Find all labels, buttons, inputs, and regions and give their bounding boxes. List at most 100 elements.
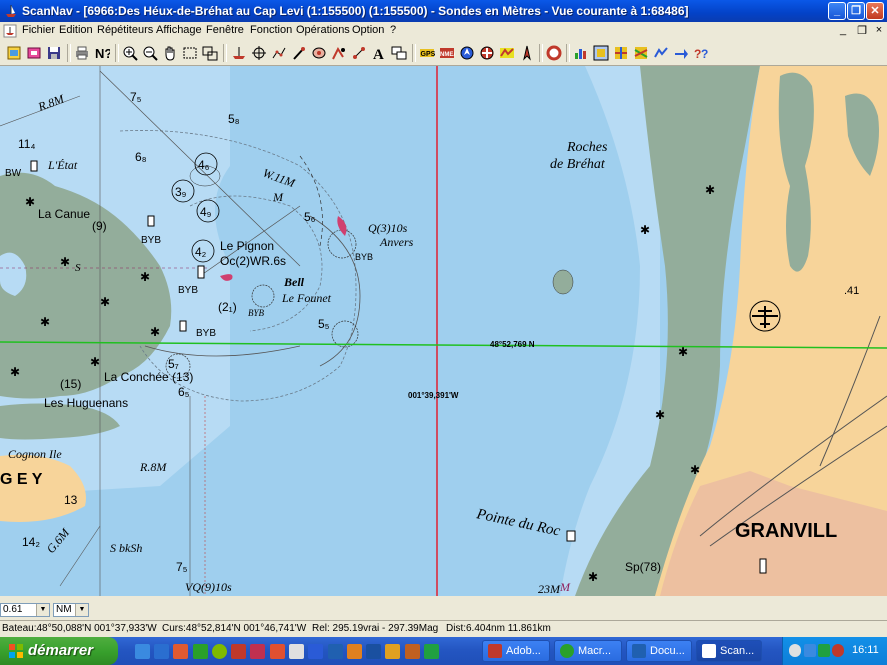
label-de-brehat: de Bréhat (550, 157, 606, 172)
pen-icon[interactable] (289, 43, 308, 62)
unit-combobox[interactable]: NM ▼ (53, 603, 89, 617)
zoom-window-icon[interactable] (200, 43, 219, 62)
layers-icon[interactable] (389, 43, 408, 62)
chart-canvas[interactable]: 48°52,769 N 001°39,391'W Roches de Bréha… (0, 66, 887, 596)
rock-symbol: ✱ (640, 223, 650, 237)
menu-affichage[interactable]: Affichage (156, 24, 202, 36)
chevron-down-icon[interactable]: ▼ (75, 604, 88, 616)
label-bw: BW (5, 168, 22, 179)
label-vq9: VQ(9)10s (185, 580, 232, 594)
mdi-minimize-button[interactable]: _ (836, 24, 850, 36)
menu-fichier[interactable]: Fichier (22, 24, 55, 36)
locate-icon[interactable] (349, 43, 368, 62)
text-tool-label: A (373, 47, 384, 61)
minimize-button[interactable]: _ (828, 2, 846, 20)
quicklaunch-notepad-icon[interactable] (289, 644, 304, 659)
instruments-icon[interactable] (591, 43, 610, 62)
route-icon[interactable] (269, 43, 288, 62)
label-g6m: G.6M (44, 525, 73, 556)
compass-icon[interactable] (517, 43, 536, 62)
quicklaunch-ie-icon[interactable] (154, 644, 169, 659)
quicklaunch-flash-icon[interactable] (250, 644, 265, 659)
gps-icon[interactable]: GPS (417, 43, 436, 62)
tray-alert-icon[interactable] (832, 644, 844, 657)
rock-symbol: ✱ (40, 315, 50, 329)
quicklaunch-app3-icon[interactable] (366, 644, 381, 659)
mdi-restore-button[interactable]: ❐ (855, 24, 869, 37)
target-icon[interactable] (249, 43, 268, 62)
log-icon[interactable]: ?? (691, 43, 710, 62)
menu-help[interactable]: ? (390, 24, 396, 36)
menu-edition[interactable]: Edition (59, 24, 93, 36)
title-bar[interactable]: ScanNav - [6966:Des Héux-de-Bréhat au Ca… (0, 0, 887, 22)
task-adobe[interactable]: Adob... (482, 640, 550, 662)
task-document[interactable]: Docu... (626, 640, 692, 662)
new-chart-icon[interactable] (4, 43, 23, 62)
weather-icon[interactable] (631, 43, 650, 62)
depth-sounding: 4₆ (198, 158, 210, 172)
tray-security-icon[interactable] (818, 644, 830, 657)
depth-sounding: 4₂ (195, 245, 207, 259)
quicklaunch-app2-icon[interactable] (347, 644, 362, 659)
quicklaunch-excel-icon[interactable] (424, 644, 439, 659)
quicklaunch-outlook-icon[interactable] (308, 644, 323, 659)
quicklaunch-app4-icon[interactable] (405, 644, 420, 659)
start-button[interactable]: démarrer (0, 637, 118, 665)
quicklaunch-firefox-icon[interactable] (173, 644, 188, 659)
nautical-chart[interactable]: 48°52,769 N 001°39,391'W Roches de Bréha… (0, 66, 887, 596)
label-byb-canue: BYB (141, 235, 161, 246)
lifebuoy-icon[interactable] (544, 43, 563, 62)
menu-option[interactable]: Option (352, 24, 384, 36)
quicklaunch-ppt-icon[interactable] (270, 644, 285, 659)
grid-icon[interactable] (611, 43, 630, 62)
zoom-out-icon[interactable] (140, 43, 159, 62)
close-button[interactable]: ✕ (866, 2, 884, 20)
quicklaunch-app-icon[interactable] (193, 644, 208, 659)
task-scannav[interactable]: Scan... (696, 640, 762, 662)
quicklaunch-media-icon[interactable] (212, 644, 227, 659)
rock-symbol: ✱ (25, 195, 35, 209)
print-icon[interactable] (72, 43, 91, 62)
label-sp78: Sp(78) (625, 560, 661, 574)
save-icon[interactable] (44, 43, 63, 62)
toolbar-separator (223, 44, 227, 62)
label-letat: L'État (47, 158, 78, 172)
quicklaunch-folder-icon[interactable] (385, 644, 400, 659)
tracking-icon[interactable] (329, 43, 348, 62)
tray-expand-icon[interactable] (789, 644, 801, 657)
menu-repetiteurs[interactable]: Répétiteurs (97, 24, 153, 36)
mdi-close-button[interactable]: × (872, 24, 886, 36)
open-icon[interactable] (24, 43, 43, 62)
nmea-icon[interactable]: NMEA (437, 43, 456, 62)
autopilot-icon[interactable] (497, 43, 516, 62)
hand-pan-icon[interactable] (160, 43, 179, 62)
scale-combobox[interactable]: 0.61 ▼ (0, 603, 50, 617)
mob-icon[interactable] (477, 43, 496, 62)
restore-button[interactable]: ❐ (847, 2, 865, 20)
mark-icon[interactable] (309, 43, 328, 62)
help-icon[interactable]: N? (92, 43, 111, 62)
select-rect-icon[interactable] (180, 43, 199, 62)
task-macromedia[interactable]: Macr... (554, 640, 622, 662)
anchor-watch-icon[interactable] (457, 43, 476, 62)
start-label: démarrer (28, 642, 94, 659)
quicklaunch-word-icon[interactable] (328, 644, 343, 659)
menu-fenetre[interactable]: Fenêtre (206, 24, 244, 36)
quicklaunch-desktop-icon[interactable] (135, 644, 150, 659)
tide-icon[interactable] (571, 43, 590, 62)
task-label: Adob... (506, 645, 541, 657)
chevron-down-icon[interactable]: ▼ (36, 604, 49, 616)
boat-icon[interactable] (229, 43, 248, 62)
label-r8m-mid: R.8M (139, 460, 167, 474)
zoom-in-icon[interactable] (120, 43, 139, 62)
menu-operations[interactable]: Opérations (296, 24, 350, 36)
label-oc2: Oc(2)WR.6s (220, 254, 286, 268)
menu-fonction[interactable]: Fonction (250, 24, 292, 36)
wind-icon[interactable] (651, 43, 670, 62)
speed-icon[interactable] (671, 43, 690, 62)
quicklaunch-acrobat-icon[interactable] (231, 644, 246, 659)
document-icon[interactable] (3, 24, 17, 38)
tray-network-icon[interactable] (804, 644, 816, 657)
label-s-bksh: S bkSh (110, 541, 142, 555)
text-icon[interactable]: A (369, 43, 388, 62)
